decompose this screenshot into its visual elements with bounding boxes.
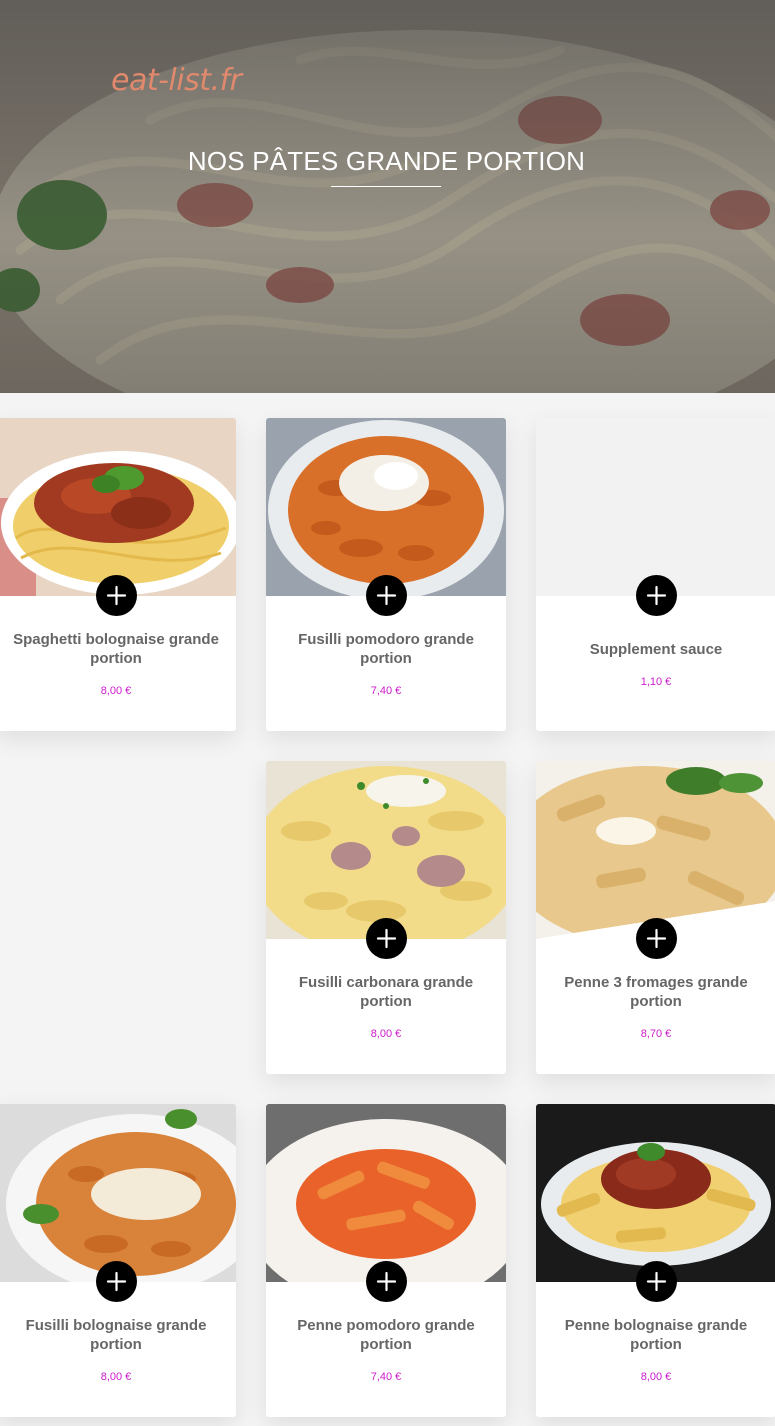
product-image-fusilli-bolognaise[interactable] <box>0 1104 236 1282</box>
product-image-spaghetti-bolognaise[interactable] <box>0 418 236 596</box>
product-card[interactable]: Fusilli carbonara grande portion 8,00 € <box>266 761 506 1074</box>
add-to-cart-button[interactable] <box>636 1261 677 1302</box>
product-price: 7,40 € <box>370 685 402 697</box>
add-to-cart-button[interactable] <box>366 918 407 959</box>
hero-banner: eat-list.fr NOS PÂTES GRANDE PORTION <box>0 0 775 393</box>
product-name[interactable]: Penne bolognaise grande portion <box>546 1316 766 1354</box>
product-price: 8,70 € <box>640 1028 672 1040</box>
plus-icon <box>376 1271 397 1292</box>
product-name[interactable]: Fusilli pomodoro grande portion <box>276 630 496 668</box>
plus-icon <box>646 1271 667 1292</box>
add-to-cart-button[interactable] <box>96 1261 137 1302</box>
add-to-cart-button[interactable] <box>366 1261 407 1302</box>
hero-overlay <box>0 0 775 393</box>
title-underline <box>331 186 441 187</box>
product-name[interactable]: Penne 3 fromages grande portion <box>546 973 766 1011</box>
product-name[interactable]: Spaghetti bolognaise grande portion <box>6 630 226 668</box>
product-name[interactable]: Fusilli carbonara grande portion <box>276 973 496 1011</box>
product-card[interactable]: Fusilli bolognaise grande portion 8,00 € <box>0 1104 236 1417</box>
product-image-fusilli-pomodoro[interactable] <box>266 418 506 596</box>
plus-icon <box>106 585 127 606</box>
product-image-fusilli-carbonara[interactable] <box>266 761 506 939</box>
product-name[interactable]: Penne pomodoro grande portion <box>276 1316 496 1354</box>
page-title: NOS PÂTES GRANDE PORTION <box>187 146 586 176</box>
product-price: 8,00 € <box>640 1371 672 1383</box>
product-card[interactable]: Spaghetti bolognaise grande portion 8,00… <box>0 418 236 731</box>
product-price: 8,00 € <box>100 1371 132 1383</box>
add-to-cart-button[interactable] <box>636 918 677 959</box>
product-card[interactable]: Supplement sauce 1,10 € <box>536 418 775 731</box>
product-image-placeholder[interactable] <box>536 418 775 596</box>
product-price: 8,00 € <box>100 685 132 697</box>
add-to-cart-button[interactable] <box>636 575 677 616</box>
add-to-cart-button[interactable] <box>366 575 407 616</box>
plus-icon <box>646 585 667 606</box>
product-name[interactable]: Supplement sauce <box>546 640 766 659</box>
brand-logo[interactable]: eat-list.fr <box>111 63 242 98</box>
product-card[interactable]: Penne pomodoro grande portion 7,40 € <box>266 1104 506 1417</box>
plus-icon <box>376 585 397 606</box>
product-card[interactable]: Penne bolognaise grande portion 8,00 € <box>536 1104 775 1417</box>
product-price: 7,40 € <box>370 1371 402 1383</box>
product-name[interactable]: Fusilli bolognaise grande portion <box>6 1316 226 1354</box>
product-image-penne-bolognaise[interactable] <box>536 1104 775 1282</box>
add-to-cart-button[interactable] <box>96 575 137 616</box>
plus-icon <box>646 928 667 949</box>
plus-icon <box>106 1271 127 1292</box>
product-image-penne-3-fromages[interactable] <box>536 761 775 939</box>
product-card[interactable]: Penne 3 fromages grande portion 8,70 € <box>536 761 775 1074</box>
product-card[interactable]: Fusilli pomodoro grande portion 7,40 € <box>266 418 506 731</box>
product-image-penne-pomodoro[interactable] <box>266 1104 506 1282</box>
product-price: 8,00 € <box>370 1028 402 1040</box>
product-price: 1,10 € <box>640 676 672 688</box>
plus-icon <box>376 928 397 949</box>
